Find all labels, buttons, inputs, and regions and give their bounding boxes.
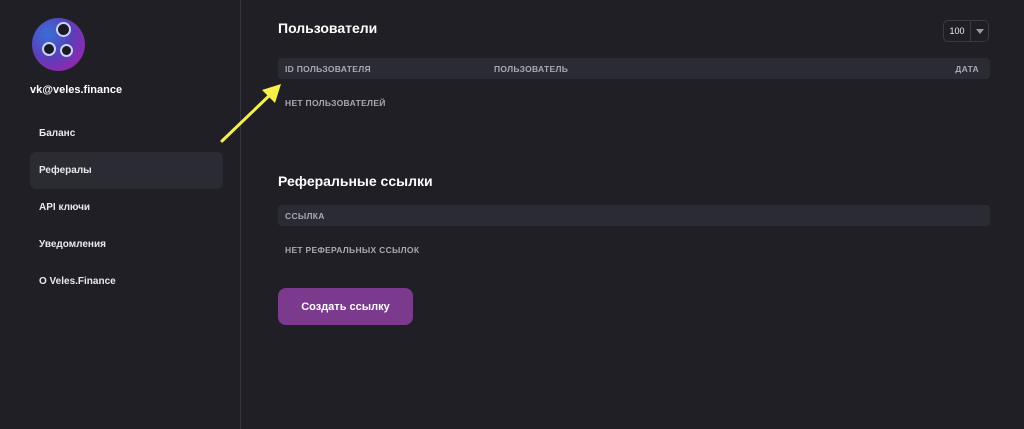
links-empty-state: НЕТ РЕФЕРАЛЬНЫХ ССЫЛОК	[285, 245, 420, 255]
avatar[interactable]	[32, 18, 85, 71]
per-page-value: 100	[944, 21, 971, 41]
create-link-button[interactable]: Создать ссылку	[278, 288, 413, 325]
column-header-date: ДАТА	[955, 64, 979, 74]
chevron-down-icon[interactable]	[971, 28, 988, 34]
avatar-decoration	[60, 44, 73, 57]
links-section-title: Реферальные ссылки	[278, 173, 433, 189]
user-email: vk@veles.finance	[30, 84, 123, 96]
avatar-decoration	[42, 42, 56, 56]
links-table-header: ССЫЛКА	[278, 205, 990, 226]
per-page-select[interactable]: 100	[943, 20, 989, 42]
users-section-title: Пользователи	[278, 20, 378, 36]
annotation-arrow-icon	[220, 84, 281, 143]
column-header-link: ССЫЛКА	[285, 211, 325, 221]
sidebar-item-api-keys[interactable]: API ключи	[30, 189, 223, 226]
app-window: vk@veles.finance Баланс Рефералы API клю…	[0, 0, 1024, 429]
sidebar-item-referrals[interactable]: Рефералы	[30, 152, 223, 189]
sidebar: vk@veles.finance Баланс Рефералы API клю…	[0, 0, 241, 429]
users-table-header: ID ПОЛЬЗОВАТЕЛЯ ПОЛЬЗОВАТЕЛЬ ДАТА	[278, 58, 990, 79]
avatar-decoration	[56, 22, 71, 37]
column-header-user: ПОЛЬЗОВАТЕЛЬ	[494, 64, 569, 74]
sidebar-item-balance[interactable]: Баланс	[30, 115, 223, 152]
sidebar-nav: Баланс Рефералы API ключи Уведомления О …	[30, 115, 223, 300]
users-empty-state: НЕТ ПОЛЬЗОВАТЕЛЕЙ	[285, 98, 386, 108]
sidebar-item-notifications[interactable]: Уведомления	[30, 226, 223, 263]
column-header-user-id: ID ПОЛЬЗОВАТЕЛЯ	[285, 64, 371, 74]
sidebar-item-about[interactable]: О Veles.Finance	[30, 263, 223, 300]
